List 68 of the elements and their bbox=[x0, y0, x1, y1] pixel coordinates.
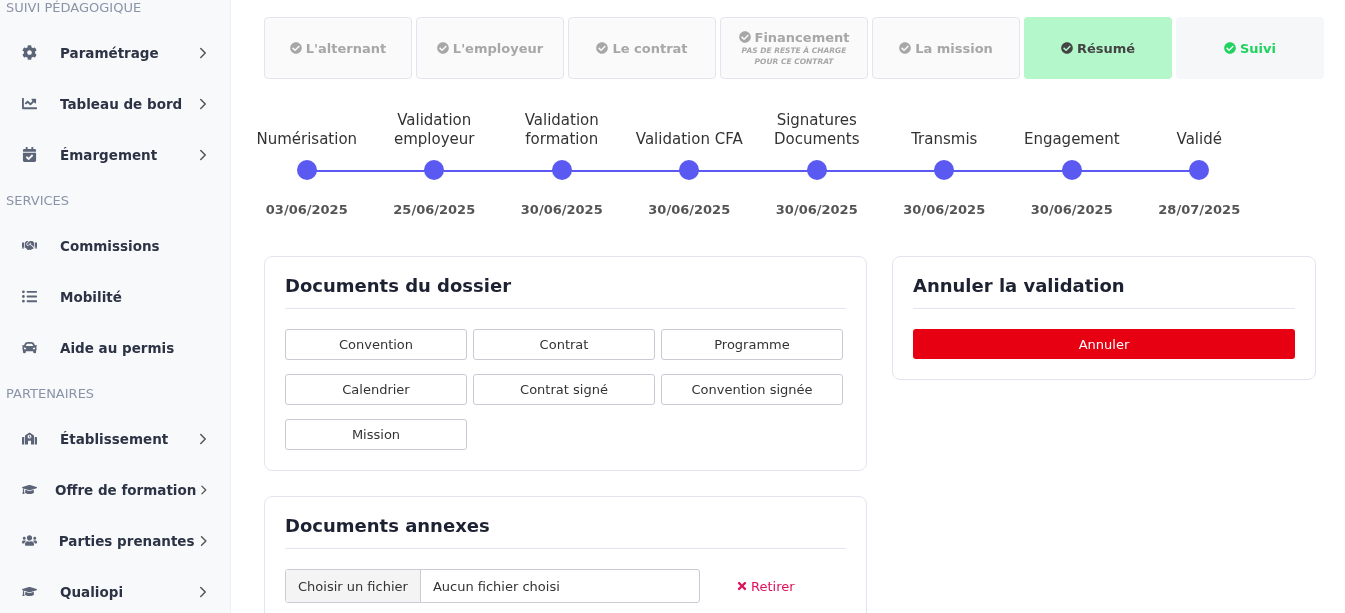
sidebar-item[interactable]: Offre de formation bbox=[0, 464, 230, 515]
sidebar-item[interactable]: Parties prenantes bbox=[0, 515, 230, 566]
milestone-label: Transmis bbox=[911, 130, 978, 149]
step-label: L'employeur bbox=[452, 40, 544, 56]
milestone-label: Validation formation bbox=[523, 111, 600, 149]
close-icon bbox=[736, 580, 748, 592]
milestone-date: 30/06/2025 bbox=[775, 202, 858, 217]
milestone-label: Engagement bbox=[1023, 130, 1120, 149]
step-tab[interactable]: Résumé bbox=[1024, 17, 1172, 79]
list-icon bbox=[22, 289, 37, 304]
document-button[interactable]: Calendrier bbox=[285, 374, 467, 405]
handshake-icon bbox=[22, 238, 37, 253]
milestone-date: 30/06/2025 bbox=[648, 202, 731, 217]
milestone-label: Numérisation bbox=[256, 130, 358, 149]
sidebar-item[interactable]: Paramétrage bbox=[0, 27, 230, 78]
calendar-icon bbox=[22, 147, 37, 162]
sidebar-item[interactable]: Aide au permis bbox=[0, 322, 230, 373]
section-title: SERVICES bbox=[6, 192, 70, 208]
sidebar-item[interactable]: Émargement bbox=[0, 129, 230, 180]
check-icon bbox=[1060, 42, 1073, 54]
step-label: La mission bbox=[915, 40, 993, 56]
document-button[interactable]: Programme bbox=[661, 329, 843, 360]
milestone-label: Validé bbox=[1176, 130, 1222, 149]
milestone-label: Validation employeur bbox=[393, 111, 476, 149]
check-icon bbox=[1224, 42, 1236, 54]
section-title: PARTENAIRES bbox=[6, 385, 95, 401]
check-icon bbox=[899, 42, 912, 54]
step-label: Suivi bbox=[1240, 40, 1276, 56]
people-icon bbox=[22, 533, 37, 548]
milestone-label: Signatures Documents bbox=[773, 111, 861, 149]
graduation-cap-icon bbox=[22, 482, 37, 497]
sidebar-item[interactable]: Établissement bbox=[0, 413, 230, 464]
section-title: SUIVI PÉDAGOGIQUE bbox=[6, 0, 142, 15]
step-label: Le contrat bbox=[612, 40, 688, 56]
check-icon bbox=[738, 31, 751, 43]
sidebar-item[interactable]: Commissions bbox=[0, 220, 230, 271]
file-input[interactable]: Choisir un fichier Aucun fichier choisi bbox=[285, 569, 700, 603]
check-icon bbox=[596, 42, 609, 54]
milestone-date: 30/06/2025 bbox=[1030, 202, 1113, 217]
milestone-date: 25/06/2025 bbox=[393, 202, 476, 217]
car-icon bbox=[22, 340, 37, 355]
check-icon bbox=[436, 42, 449, 54]
card-title: Documents annexes bbox=[285, 515, 846, 549]
sidebar-item[interactable]: Tableau de bord bbox=[0, 78, 230, 129]
step-label: Financement bbox=[754, 29, 850, 45]
document-button[interactable]: Contrat bbox=[473, 329, 655, 360]
line-chart-icon bbox=[22, 96, 37, 111]
milestone-date: 28/07/2025 bbox=[1158, 202, 1241, 217]
cancel-button[interactable]: Annuler bbox=[913, 329, 1295, 359]
document-button[interactable]: Contrat signé bbox=[473, 374, 655, 405]
gear-icon bbox=[22, 45, 37, 60]
sidebar-item[interactable]: Mobilité bbox=[0, 271, 230, 322]
document-button[interactable]: Convention bbox=[285, 329, 467, 360]
document-button[interactable]: Mission bbox=[285, 419, 467, 450]
remove-button[interactable]: Retirer bbox=[730, 577, 801, 595]
milestone-date: 30/06/2025 bbox=[903, 202, 986, 217]
card-title: Documents du dossier bbox=[285, 275, 846, 309]
milestone-date: 03/06/2025 bbox=[265, 202, 348, 217]
building-icon bbox=[22, 431, 37, 446]
milestone-date: 30/06/2025 bbox=[520, 202, 603, 217]
check-icon bbox=[289, 42, 302, 54]
sidebar-item[interactable]: Qualiopi bbox=[0, 566, 230, 613]
card-title: Annuler la validation bbox=[913, 275, 1295, 309]
step-label: Résumé bbox=[1076, 40, 1136, 56]
step-label: L'alternant bbox=[305, 40, 387, 56]
graduation-cap-icon bbox=[22, 584, 37, 599]
document-button[interactable]: Convention signée bbox=[661, 374, 843, 405]
milestone-label: Validation CFA bbox=[635, 130, 743, 149]
